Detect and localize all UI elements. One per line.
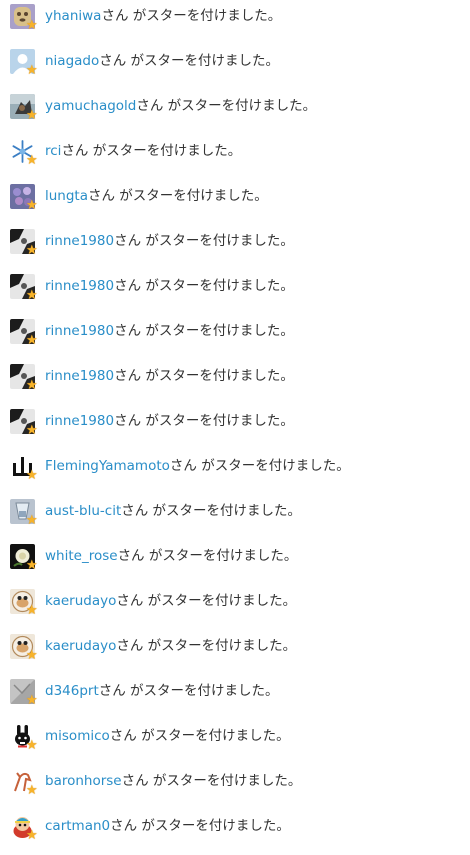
star-icon: ★ [26,63,38,78]
star-icon: ★ [26,243,38,258]
star-message: rinne1980さん がスターを付けました。 [45,277,294,295]
star-message-suffix: さん がスターを付けました。 [114,278,294,294]
username-link[interactable]: niagado [45,53,99,69]
star-icon: ★ [26,513,38,528]
username-link[interactable]: baronhorse [45,773,122,789]
star-message: white_roseさん がスターを付けました。 [45,547,297,565]
star-notification-row: ★ FlemingYamamotoさん がスターを付けました。 [0,450,470,495]
star-message: d346prtさん がスターを付けました。 [45,682,279,700]
username-link[interactable]: d346prt [45,683,99,699]
star-message: rinne1980さん がスターを付けました。 [45,322,294,340]
star-notification-row: ★ lungtaさん がスターを付けました。 [0,180,470,225]
star-notification-row: ★ d346prtさん がスターを付けました。 [0,675,470,720]
star-notification-row: ★ rinne1980さん がスターを付けました。 [0,360,470,405]
star-message-suffix: さん がスターを付けました。 [98,683,279,699]
star-message: aust-blu-citさん がスターを付けました。 [45,502,301,520]
star-message-suffix: さん がスターを付けました。 [116,593,297,609]
star-message-suffix: さん がスターを付けました。 [117,548,298,564]
username-link[interactable]: rinne1980 [45,323,114,339]
star-notification-row: ★ yamuchagoldさん がスターを付けました。 [0,90,470,135]
star-message: rciさん がスターを付けました。 [45,142,241,160]
username-link[interactable]: yamuchagold [45,98,136,114]
star-message: FlemingYamamotoさん がスターを付けました。 [45,457,350,475]
star-message-suffix: さん がスターを付けました。 [88,188,268,204]
username-link[interactable]: rinne1980 [45,368,114,384]
star-notification-row: ★ rciさん がスターを付けました。 [0,135,470,180]
star-notification-row: ★ rinne1980さん がスターを付けました。 [0,405,470,450]
star-notification-row: ★ aust-blu-citさん がスターを付けました。 [0,495,470,540]
star-icon: ★ [26,603,38,618]
star-message: misomicoさん がスターを付けました。 [45,727,290,745]
star-notification-row: ★ niagadoさん がスターを付けました。 [0,45,470,90]
star-notification-row: ★ kaerudayoさん がスターを付けました。 [0,585,470,630]
star-icon: ★ [26,828,38,843]
star-message: baronhorseさん がスターを付けました。 [45,772,301,790]
star-message-suffix: さん がスターを付けました。 [101,8,282,24]
star-message-suffix: さん がスターを付けました。 [114,233,294,249]
star-message-suffix: さん がスターを付けました。 [116,638,297,654]
star-message-suffix: さん がスターを付けました。 [136,98,317,114]
star-notification-row: ★ rinne1980さん がスターを付けました。 [0,225,470,270]
star-icon: ★ [26,738,38,753]
star-icon: ★ [26,378,38,393]
star-icon: ★ [26,693,38,708]
star-message: kaerudayoさん がスターを付けました。 [45,592,296,610]
star-icon: ★ [26,423,38,438]
star-message-suffix: さん がスターを付けました。 [169,458,350,474]
star-message: niagadoさん がスターを付けました。 [45,52,279,70]
star-message: kaerudayoさん がスターを付けました。 [45,637,296,655]
username-link[interactable]: white_rose [45,548,118,564]
username-link[interactable]: lungta [45,188,88,204]
username-link[interactable]: rinne1980 [45,278,114,294]
star-notification-row: ★ white_roseさん がスターを付けました。 [0,540,470,585]
star-notification-row: ★ baronhorseさん がスターを付けました。 [0,765,470,810]
username-link[interactable]: rci [45,143,61,159]
star-notification-row: ★ cartman0さん がスターを付けました。 [0,810,470,855]
star-icon: ★ [26,18,38,33]
star-message-suffix: さん がスターを付けました。 [121,503,302,519]
star-message: rinne1980さん がスターを付けました。 [45,232,294,250]
star-message: yhaniwaさん がスターを付けました。 [45,7,281,25]
star-list: ★ yhaniwaさん がスターを付けました。 ★ niagadoさん がスターを付け… [0,0,470,843]
star-message: rinne1980さん がスターを付けました。 [45,412,294,430]
username-link[interactable]: kaerudayo [45,638,116,654]
username-link[interactable]: kaerudayo [45,593,116,609]
username-link[interactable]: yhaniwa [45,8,101,24]
star-icon: ★ [26,198,38,213]
star-message-suffix: さん がスターを付けました。 [114,368,294,384]
star-icon: ★ [26,468,38,483]
star-notification-row: ★ rinne1980さん がスターを付けました。 [0,270,470,315]
star-icon: ★ [26,783,38,798]
star-icon: ★ [26,333,38,348]
username-link[interactable]: rinne1980 [45,413,114,429]
star-message-suffix: さん がスターを付けました。 [114,323,294,339]
star-icon: ★ [26,558,38,573]
star-message: yamuchagoldさん がスターを付けました。 [45,97,316,115]
star-message-suffix: さん がスターを付けました。 [121,773,302,789]
username-link[interactable]: cartman0 [45,818,110,834]
star-notification-row: ★ yhaniwaさん がスターを付けました。 [0,0,470,45]
star-notification-row: ★ misomicoさん がスターを付けました。 [0,720,470,765]
star-message-suffix: さん がスターを付けました。 [114,413,294,429]
star-message-suffix: さん がスターを付けました。 [61,143,242,159]
username-link[interactable]: rinne1980 [45,233,114,249]
star-message: rinne1980さん がスターを付けました。 [45,367,294,385]
username-link[interactable]: FlemingYamamoto [45,458,170,474]
username-link[interactable]: misomico [45,728,110,744]
star-message: lungtaさん がスターを付けました。 [45,187,268,205]
star-message-suffix: さん がスターを付けました。 [99,53,280,69]
star-icon: ★ [26,648,38,663]
star-message: cartman0さん がスターを付けました。 [45,817,290,835]
star-icon: ★ [26,108,38,123]
star-notification-row: ★ kaerudayoさん がスターを付けました。 [0,630,470,675]
star-notification-row: ★ rinne1980さん がスターを付けました。 [0,315,470,360]
star-icon: ★ [26,288,38,303]
username-link[interactable]: aust-blu-cit [45,503,121,519]
star-icon: ★ [26,153,38,168]
star-message-suffix: さん がスターを付けました。 [109,728,290,744]
star-message-suffix: さん がスターを付けました。 [110,818,290,834]
